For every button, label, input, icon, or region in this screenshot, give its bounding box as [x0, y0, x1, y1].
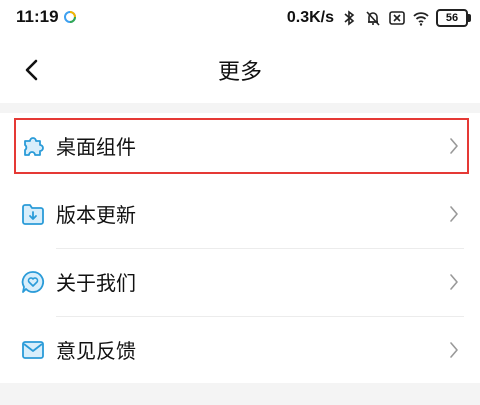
- mute-bell-icon: [366, 11, 380, 26]
- chevron-right-icon: [450, 274, 458, 290]
- sim-off-icon: [389, 11, 405, 25]
- page-title: 更多: [217, 60, 262, 85]
- highlight-box: [14, 118, 469, 174]
- bluetooth-icon: [344, 10, 355, 26]
- menu-item-feedback[interactable]: 意见反馈: [0, 317, 480, 383]
- menu-item-version-update[interactable]: 版本更新: [0, 181, 480, 247]
- page-header: 更多: [0, 36, 480, 103]
- battery-indicator: 56: [436, 9, 471, 27]
- network-speed: 0.3K/s: [286, 9, 334, 26]
- status-time: 11:19: [16, 7, 59, 26]
- status-icons: 0.3K/s 56: [286, 6, 471, 30]
- chevron-right-icon: [450, 342, 458, 358]
- menu-item-label: 关于我们: [56, 271, 136, 295]
- menu-item-about-us[interactable]: 关于我们: [0, 249, 480, 315]
- chevron-right-icon: [450, 206, 458, 222]
- menu-item-label: 版本更新: [56, 203, 136, 227]
- mail-icon: [22, 341, 44, 359]
- wifi-icon: [413, 12, 429, 26]
- heart-chat-icon: [21, 271, 45, 293]
- menu-item-label: 意见反馈: [56, 339, 136, 363]
- app-notification-icon: [64, 11, 76, 23]
- status-bar: 11:19 0.3K/s 56: [0, 0, 480, 36]
- download-folder-icon: [22, 204, 44, 225]
